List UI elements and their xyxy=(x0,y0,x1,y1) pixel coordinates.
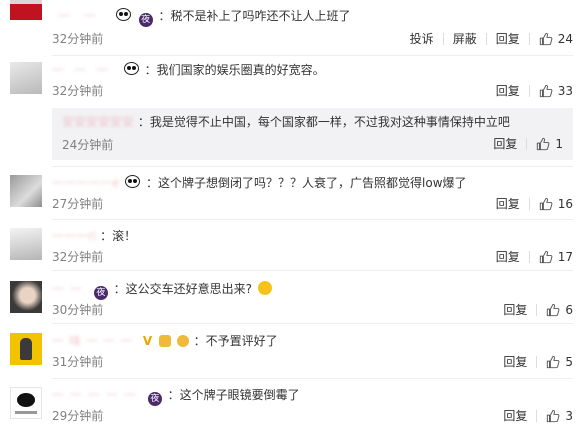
comment-time: 32分钟前 xyxy=(52,32,104,46)
thumbs-up-icon xyxy=(546,355,560,369)
comment-divider xyxy=(52,219,573,220)
divider xyxy=(536,304,538,316)
comment-text: ：税不是补上了吗咋还不让人上班了 xyxy=(158,9,351,23)
comment-divider xyxy=(52,323,573,324)
username[interactable]: 一一一 xyxy=(52,63,118,77)
reply-button[interactable]: 回复 xyxy=(496,196,520,212)
panda-badge-icon xyxy=(125,175,141,188)
comment-divider xyxy=(52,55,573,56)
thumbs-up-icon xyxy=(536,137,550,151)
avatar[interactable] xyxy=(10,228,42,260)
like-button[interactable]: 16 xyxy=(539,196,573,212)
like-button[interactable]: 5 xyxy=(546,354,573,370)
like-button[interactable]: 3 xyxy=(546,408,573,424)
username[interactable]: 一味一一一 xyxy=(52,334,137,348)
like-count: 17 xyxy=(557,250,573,264)
divider xyxy=(528,85,530,97)
thumbs-up-icon xyxy=(539,250,553,264)
reply-button[interactable]: 回复 xyxy=(496,31,520,47)
reply-button[interactable]: 回复 xyxy=(496,249,520,265)
comment-text: ：我们国家的娱乐圈真的好宽容。 xyxy=(144,63,325,77)
reply-button[interactable]: 回复 xyxy=(503,408,527,424)
comment-time: 30分钟前 xyxy=(52,303,104,317)
panda-badge-icon xyxy=(115,8,131,21)
reply-button[interactable]: 回复 xyxy=(503,354,527,370)
comment-time: 27分钟前 xyxy=(52,197,104,211)
username[interactable]: 安安安安安安 xyxy=(62,115,134,129)
comment-time: 32分钟前 xyxy=(52,250,104,264)
divider xyxy=(528,198,530,210)
night-badge-icon[interactable]: 夜 xyxy=(93,286,108,300)
like-button[interactable]: 17 xyxy=(539,249,573,265)
thumbs-up-icon xyxy=(539,84,553,98)
like-count: 24 xyxy=(557,32,573,46)
crown-badge-icon xyxy=(158,335,171,347)
divider xyxy=(442,33,444,45)
avatar[interactable] xyxy=(10,0,42,20)
comment-divider xyxy=(52,378,573,379)
like-count: 33 xyxy=(557,84,573,98)
reply-text: ：我是觉得不止中国，每个国家都一样，不过我对这种事情保持中立吧 xyxy=(137,115,510,129)
divider xyxy=(536,356,538,368)
report-button[interactable]: 投诉 xyxy=(410,31,434,47)
comment-time: 31分钟前 xyxy=(52,355,104,369)
vip-badge-icon[interactable]: V xyxy=(143,334,152,348)
like-button[interactable]: 6 xyxy=(546,302,573,318)
thumbs-up-icon xyxy=(539,32,553,46)
night-badge-icon[interactable]: 夜 xyxy=(147,392,162,406)
like-count: 1 xyxy=(555,137,563,151)
night-badge-icon[interactable]: 夜 xyxy=(138,13,153,27)
avatar[interactable] xyxy=(10,62,42,94)
like-count: 16 xyxy=(557,197,573,211)
thumbs-up-icon xyxy=(539,197,553,211)
username[interactable]: 一一 xyxy=(52,282,88,296)
block-button[interactable]: 屏蔽 xyxy=(453,31,477,47)
avatar[interactable] xyxy=(10,387,42,419)
medal-badge-icon xyxy=(176,335,189,347)
like-count: 6 xyxy=(565,303,573,317)
reply-thread: 安安安安安安 ：我是觉得不止中国，每个国家都一样，不过我对这种事情保持中立吧 2… xyxy=(52,108,573,160)
divider xyxy=(528,33,530,45)
like-count: 3 xyxy=(565,409,573,423)
divider xyxy=(528,251,530,263)
like-button[interactable]: 24 xyxy=(539,31,573,47)
comment-divider xyxy=(52,270,573,271)
comment-text: ：滚！ xyxy=(100,229,137,243)
divider xyxy=(485,33,487,45)
username[interactable]: 一一一一一 xyxy=(52,388,142,402)
comment-text: ：这公交车还好意思出来? xyxy=(113,282,253,296)
reply-button[interactable]: 回复 xyxy=(493,136,517,152)
reply-button[interactable]: 回复 xyxy=(503,302,527,318)
comment-time: 29分钟前 xyxy=(52,409,104,423)
username[interactable]: 一一一一一e xyxy=(52,176,119,190)
avatar[interactable] xyxy=(10,333,42,365)
username[interactable]: 一一一ri xyxy=(52,229,96,243)
thumbs-up-icon xyxy=(546,303,560,317)
like-count: 5 xyxy=(565,355,573,369)
like-button[interactable]: 1 xyxy=(536,136,563,152)
comment-divider xyxy=(52,166,573,167)
avatar[interactable] xyxy=(10,175,42,207)
comment-time: 32分钟前 xyxy=(52,84,104,98)
panda-badge-icon xyxy=(123,62,139,75)
thumbs-up-icon xyxy=(546,409,560,423)
like-button[interactable]: 33 xyxy=(539,83,573,99)
smile-emoji-icon xyxy=(257,281,272,295)
avatar[interactable] xyxy=(10,281,42,313)
comment-text: ：这个牌子想倒闭了吗？？？人衰了，广告照都觉得low爆了 xyxy=(146,176,467,190)
comment-text: ：这个牌子眼镜要倒霉了 xyxy=(167,388,300,402)
username[interactable]: 一一 xyxy=(52,9,110,23)
divider xyxy=(526,138,528,150)
reply-time: 24分钟前 xyxy=(62,138,114,152)
divider xyxy=(536,410,538,422)
comment-text: ：不予置评好了 xyxy=(193,334,278,348)
reply-button[interactable]: 回复 xyxy=(496,83,520,99)
